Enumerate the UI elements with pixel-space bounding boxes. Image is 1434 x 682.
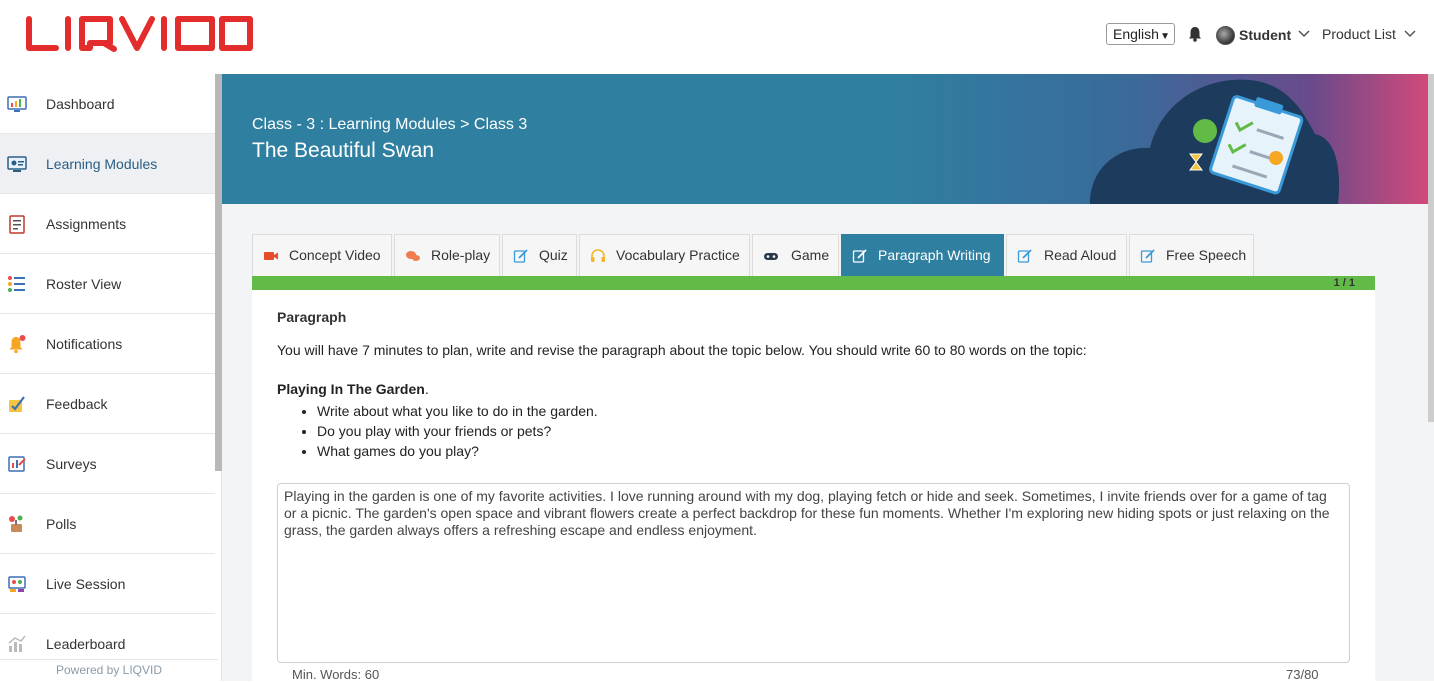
dashboard-icon [7, 96, 27, 112]
task-topic: Playing In The Garden. [277, 381, 429, 397]
tab-label: Quiz [539, 247, 568, 263]
sidebar-item-label: Roster View [46, 276, 122, 292]
sidebar-item-label: Feedback [46, 396, 108, 412]
tab-concept-video[interactable]: Concept Video [252, 234, 392, 276]
feedback-icon [9, 396, 25, 412]
sidebar-item-roster-view[interactable]: Roster View [0, 254, 215, 314]
sidebar: Dashboard Learning Modules Assignments R… [0, 74, 222, 681]
sidebar-item-learning-modules[interactable]: Learning Modules [0, 134, 215, 194]
sidebar-item-assignments[interactable]: Assignments [0, 194, 215, 254]
language-select-value: English [1113, 26, 1159, 42]
tab-label: Role-play [431, 247, 491, 263]
min-words-label: Min. Words: 60 [292, 667, 380, 682]
page-banner: Class - 3 : Learning Modules > Class 3 T… [222, 74, 1434, 204]
tab-free-speech[interactable]: Free Speech [1129, 234, 1254, 276]
task-instructions: You will have 7 minutes to plan, write a… [277, 342, 1087, 358]
task-bullets: Write about what you like to do in the g… [317, 401, 598, 461]
edit-icon [513, 249, 528, 263]
tab-quiz[interactable]: Quiz [502, 234, 577, 276]
sidebar-item-label: Learning Modules [46, 156, 158, 172]
edit-icon [1140, 249, 1155, 263]
sidebar-item-feedback[interactable]: Feedback [0, 374, 215, 434]
chat-icon [406, 251, 420, 261]
surveys-icon [8, 456, 26, 472]
tab-label: Vocabulary Practice [616, 247, 740, 263]
powered-by: Powered by LIQVID [0, 659, 218, 681]
sidebar-scrollbar[interactable] [215, 74, 222, 471]
tab-read-aloud[interactable]: Read Aloud [1006, 234, 1127, 276]
chevron-down-icon: ▼ [1160, 31, 1170, 42]
tab-label: Game [791, 247, 830, 263]
polls-icon [9, 515, 23, 532]
sidebar-item-notifications[interactable]: Notifications [0, 314, 215, 374]
breadcrumb[interactable]: Class - 3 : Learning Modules > Class 3 [252, 116, 527, 134]
gamepad-icon [764, 253, 778, 260]
product-list-menu[interactable]: Product List [1322, 26, 1396, 42]
word-count: 73/80 [1286, 667, 1319, 682]
sidebar-item-surveys[interactable]: Surveys [0, 434, 215, 494]
sidebar-item-label: Leaderboard [46, 636, 126, 652]
learning-modules-icon [7, 156, 27, 172]
live-session-icon [8, 576, 26, 592]
edit-icon [852, 249, 867, 263]
headphones-icon [591, 249, 605, 262]
topic-suffix: . [424, 381, 429, 397]
page-title: The Beautiful Swan [252, 139, 435, 162]
bell-icon[interactable] [1188, 26, 1202, 42]
sidebar-item-label: Assignments [46, 216, 127, 232]
sidebar-item-label: Dashboard [46, 96, 115, 112]
tab-role-play[interactable]: Role-play [394, 234, 500, 276]
tab-game[interactable]: Game [752, 234, 839, 276]
roster-icon [8, 276, 25, 292]
task-heading: Paragraph [277, 309, 347, 325]
user-name[interactable]: Student [1239, 27, 1291, 43]
progress-count: 1 / 1 [1333, 277, 1355, 289]
notifications-icon [9, 335, 26, 354]
liqvid-logo[interactable] [26, 16, 254, 52]
top-bar: English ▼ Student Product List [0, 0, 1434, 74]
writing-card: Paragraph You will have 7 minutes to pla… [252, 290, 1375, 682]
sidebar-item-dashboard[interactable]: Dashboard [0, 74, 215, 134]
tab-label: Free Speech [1166, 247, 1247, 263]
sidebar-item-live-session[interactable]: Live Session [0, 554, 215, 614]
progress-bar: 1 / 1 [252, 276, 1375, 290]
leaderboard-icon [8, 635, 26, 652]
list-item: Do you play with your friends or pets? [317, 421, 598, 441]
paragraph-input[interactable]: Playing in the garden is one of my favor… [277, 483, 1350, 663]
tab-vocabulary-practice[interactable]: Vocabulary Practice [579, 234, 750, 276]
sidebar-item-label: Surveys [46, 456, 97, 472]
list-item: What games do you play? [317, 441, 598, 461]
edit-icon [1017, 249, 1032, 263]
page-scrollbar[interactable] [1428, 74, 1434, 422]
list-item: Write about what you like to do in the g… [317, 401, 598, 421]
assignments-icon [9, 215, 25, 234]
sidebar-item-label: Live Session [46, 576, 126, 592]
topic-title: Playing In The Garden [277, 381, 425, 397]
tab-label: Read Aloud [1044, 247, 1117, 263]
chevron-down-icon[interactable] [1404, 29, 1416, 39]
tab-label: Concept Video [289, 247, 381, 263]
language-select[interactable]: English ▼ [1106, 23, 1175, 45]
clipboard-illustration [1090, 79, 1340, 204]
sidebar-item-label: Notifications [46, 336, 123, 352]
avatar[interactable] [1216, 26, 1235, 45]
sidebar-item-label: Polls [46, 516, 77, 532]
tab-label: Paragraph Writing [878, 247, 991, 263]
video-icon [264, 252, 278, 260]
chevron-down-icon[interactable] [1298, 29, 1310, 39]
tab-paragraph-writing[interactable]: Paragraph Writing [841, 234, 1004, 276]
sidebar-item-polls[interactable]: Polls [0, 494, 215, 554]
